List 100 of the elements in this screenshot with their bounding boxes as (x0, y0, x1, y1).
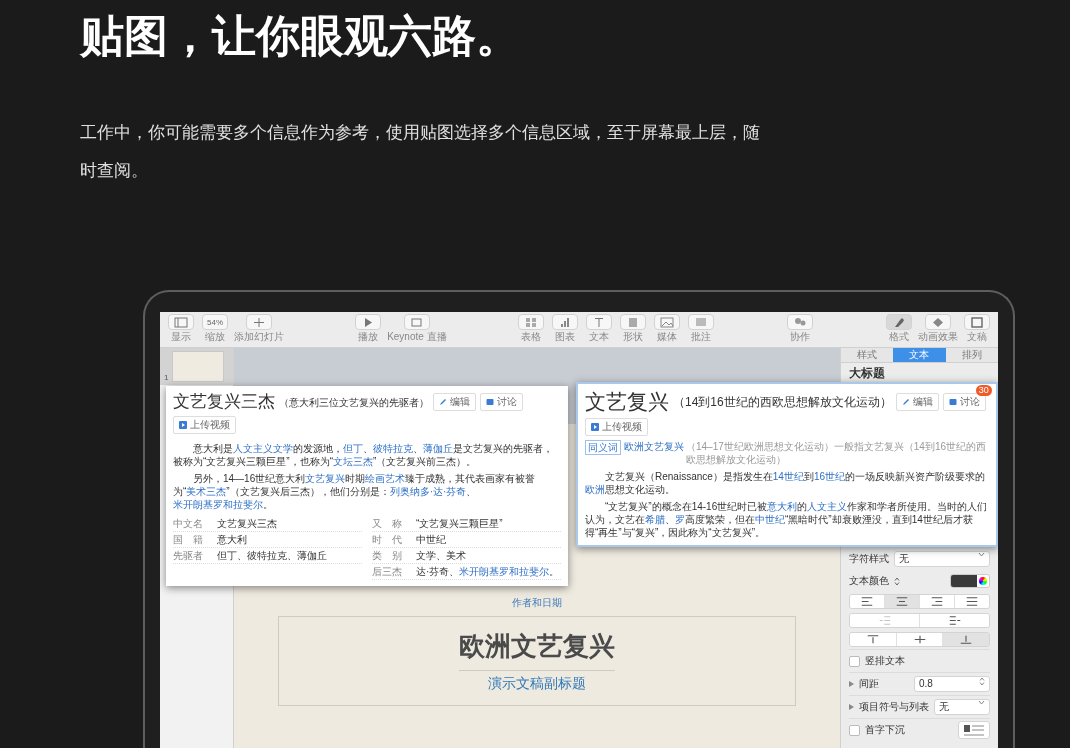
upload-video-button[interactable]: 上传视频 (585, 418, 648, 436)
discuss-button[interactable]: 讨论 (480, 393, 523, 411)
checkbox-label: 竖排文本 (865, 654, 906, 668)
align-bottom-icon (960, 635, 973, 644)
pinned-snippet[interactable] (166, 386, 568, 586)
field-label: 间距 (859, 677, 880, 691)
link[interactable]: 文艺复兴 (305, 473, 346, 484)
view-tool[interactable]: 显示 (166, 314, 196, 347)
link[interactable]: 彼特拉克 (373, 443, 413, 454)
link[interactable]: 欧洲文艺复兴 (624, 440, 684, 453)
link[interactable]: 文坛三杰 (333, 456, 373, 467)
fact-label: 时 代 (372, 533, 403, 546)
drop-cap-icon (963, 723, 985, 737)
link[interactable]: 罗 (675, 514, 685, 525)
hero-title: 贴图，让你眼观六路。 (78, 10, 521, 62)
valign-middle-button[interactable] (895, 633, 943, 646)
fact-value: “文艺复兴三颗巨星” (416, 517, 503, 530)
stepper-icon[interactable] (894, 576, 900, 586)
spacing-stepper[interactable]: 0.8 (914, 676, 990, 692)
chevron-icon (978, 552, 985, 557)
link[interactable]: 14世纪 (772, 471, 804, 482)
live-tool[interactable]: Keynote 直播 (387, 314, 447, 347)
diamond-icon (931, 316, 945, 328)
link[interactable]: 人文主义 (807, 501, 848, 512)
pinned-snippet[interactable] (576, 382, 998, 547)
animate-tool[interactable]: 动画效果 (918, 314, 958, 347)
checkbox[interactable] (849, 724, 860, 736)
color-wheel-icon[interactable] (979, 577, 987, 585)
inspector-tab[interactable]: 样式 (841, 348, 894, 363)
link[interactable]: 希腊 (645, 514, 665, 525)
disclosure-icon[interactable] (849, 704, 854, 710)
subtitle-placeholder[interactable]: 演示文稿副标题 (488, 671, 586, 693)
slide-number: 1 (164, 373, 169, 382)
disclosure-icon[interactable] (849, 681, 854, 687)
align-top-icon (866, 635, 879, 644)
synonym-tag: 同义词 (585, 440, 621, 455)
link[interactable]: 米开朗基罗和拉斐尔 (173, 499, 263, 510)
drop-cap-dropdown[interactable] (958, 721, 990, 739)
author-placeholder[interactable]: 作者和日期 (512, 596, 562, 610)
link[interactable]: 绘画艺术 (365, 473, 406, 484)
valign-top-button[interactable] (850, 633, 896, 646)
fact-value: 达·芬奇、米开朗基罗和拉斐尔。 (416, 565, 560, 578)
checkbox[interactable] (849, 655, 860, 667)
indent-button[interactable] (919, 614, 989, 627)
align-left-button[interactable] (850, 595, 884, 608)
justify-icon (966, 597, 978, 606)
field-label: 字符样式 (849, 552, 889, 566)
link[interactable]: 中世纪 (755, 514, 785, 525)
collab-tool[interactable]: 协作 (784, 314, 815, 347)
inspector-tab[interactable]: 排列 (945, 348, 998, 363)
comment-tool[interactable]: 批注 (685, 314, 716, 347)
link[interactable]: 列奥纳多·达·芬奇 (389, 486, 467, 497)
discuss-button[interactable]: 讨论 (942, 393, 986, 411)
valign-bottom-button[interactable] (942, 633, 989, 646)
align-middle-icon (913, 635, 926, 644)
outdent-icon (878, 616, 891, 625)
align-justify-button[interactable] (954, 595, 989, 608)
align-right-button[interactable] (919, 595, 954, 608)
chart-tool[interactable]: 图表 (549, 314, 580, 347)
indent-icon (948, 616, 961, 625)
slide-thumbnail[interactable] (172, 351, 225, 382)
align-right-icon (931, 597, 943, 606)
color-well[interactable] (950, 574, 990, 588)
play-tool[interactable]: 播放 (353, 314, 384, 347)
shape-tool[interactable]: 形状 (617, 314, 648, 347)
link[interactable]: 薄伽丘 (423, 443, 453, 454)
link[interactable]: 欧洲 (585, 484, 605, 495)
link[interactable]: 16世纪 (813, 471, 846, 482)
document-tool[interactable]: 文稿 (962, 314, 992, 347)
video-icon (591, 423, 599, 431)
inspector-tab[interactable]: 文本 (893, 348, 946, 363)
note-icon (693, 316, 708, 328)
link[interactable]: 意大利 (767, 501, 798, 512)
edit-button[interactable]: 编辑 (433, 393, 476, 411)
title-textbox[interactable]: 欧洲文艺复兴 演示文稿副标题 (278, 616, 796, 706)
media-tool[interactable]: 媒体 (651, 314, 682, 347)
fact-label: 先驱者 (173, 549, 204, 562)
zoom-tool[interactable]: 54% 缩放 (200, 314, 230, 347)
char-style-dropdown[interactable]: 无 (894, 551, 990, 567)
paragraph-style[interactable]: 大标题 (849, 366, 885, 380)
add-tool[interactable]: 添加幻灯片 (234, 314, 284, 347)
paragraph: 意大利是人文主义文学的发源地，但丁、彼特拉克、薄伽丘是文艺复兴的先驱者，被称为“文艺复兴三颗巨星”，也称为“文坛三杰”（文艺复兴前三杰）。 (173, 442, 554, 468)
align-center-button[interactable] (884, 595, 919, 608)
edit-button[interactable]: 编辑 (895, 393, 939, 411)
field-label: 项目符号与列表 (859, 700, 929, 714)
entry-subtitle: （14到16世纪的西欧思想解放文化运动） (673, 395, 892, 409)
count-badge: 30 (975, 385, 992, 396)
format-tool[interactable]: 格式 (884, 314, 914, 347)
entry-title: 文艺复兴 (585, 389, 669, 415)
fact-value: 文学、美术 (416, 549, 466, 562)
link[interactable]: 美术三杰 (186, 486, 227, 497)
table-tool[interactable]: 表格 (515, 314, 546, 347)
link[interactable]: 但丁 (343, 443, 363, 454)
pencil-icon (901, 398, 910, 406)
text-tool[interactable]: 文本 (583, 314, 614, 347)
bullets-dropdown[interactable]: 无 (934, 699, 990, 715)
upload-video-button[interactable]: 上传视频 (173, 416, 236, 434)
link[interactable]: 人文主义文学 (233, 443, 293, 454)
fact-label: 中文名 (173, 517, 204, 530)
fact-label: 又 称 (372, 517, 403, 530)
